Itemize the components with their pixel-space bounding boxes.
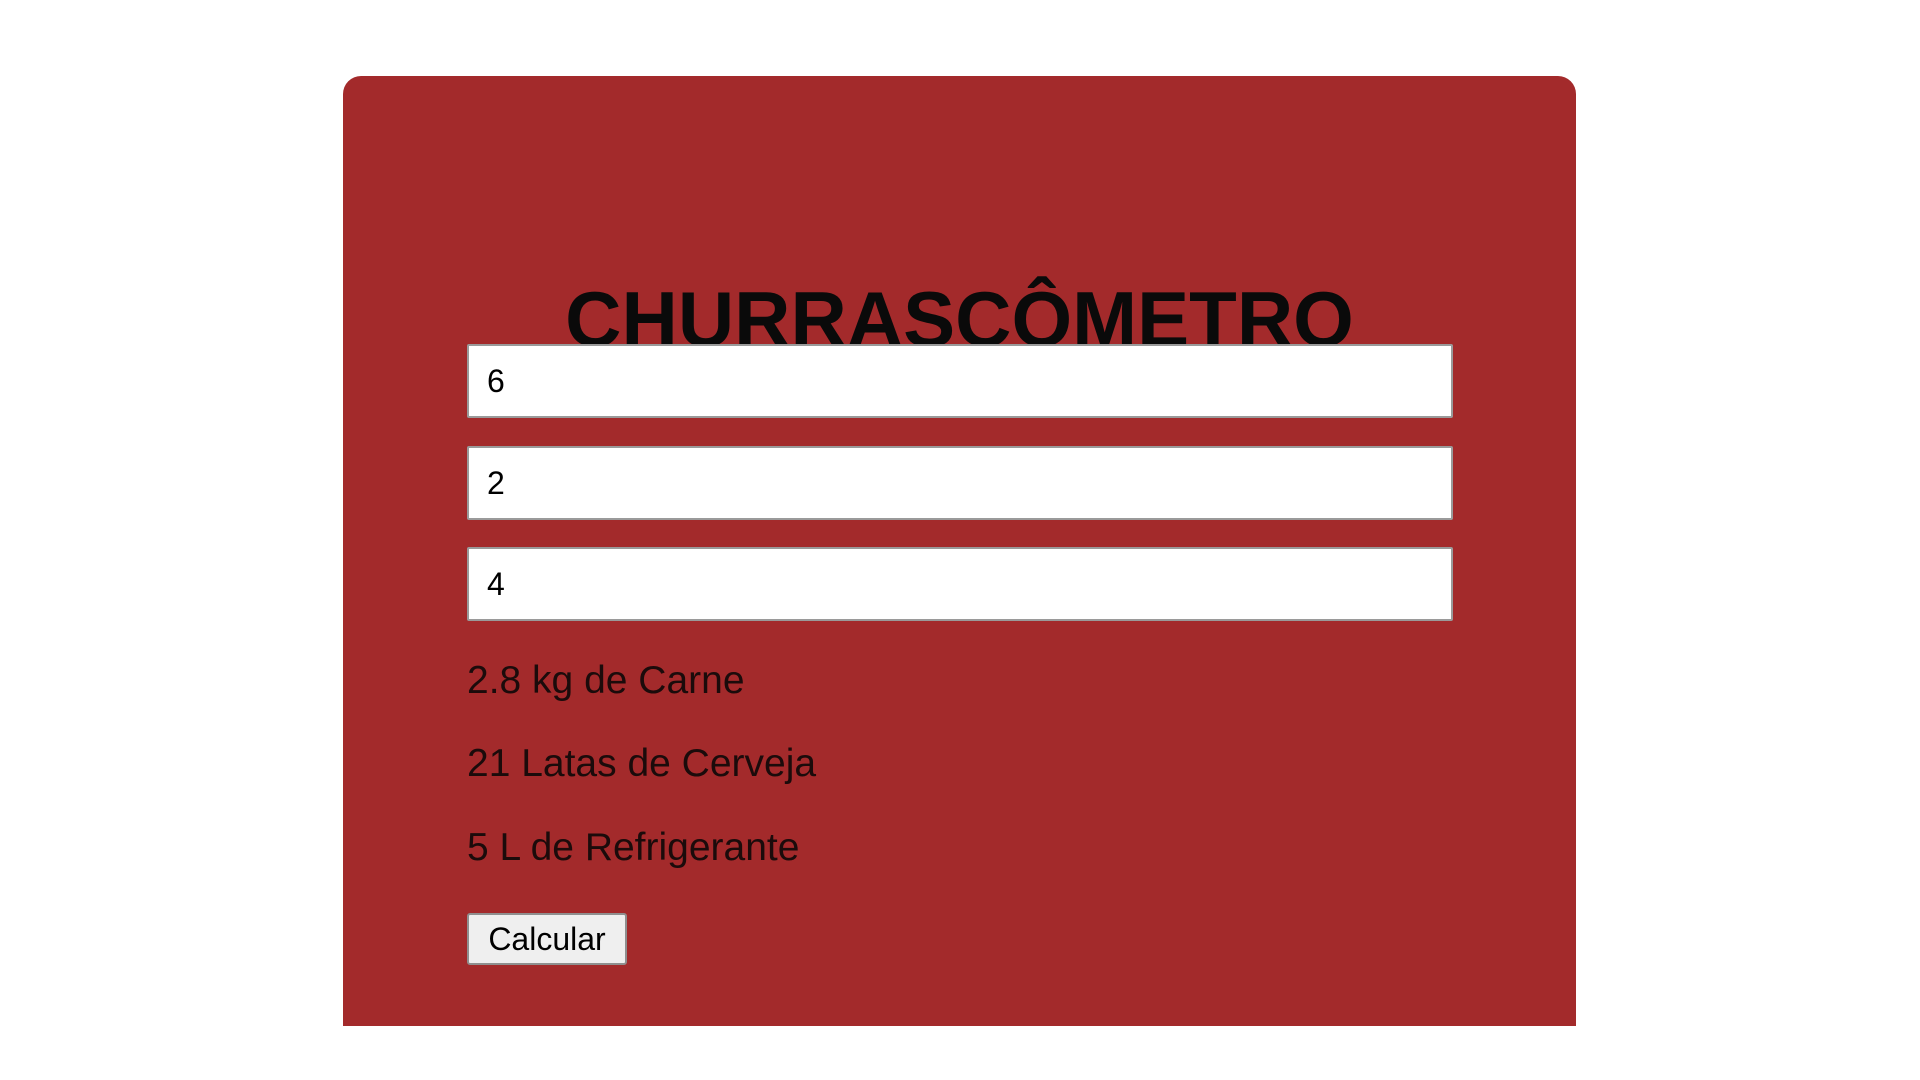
adults-input[interactable] [467,344,1453,418]
children-input[interactable] [467,446,1453,520]
soda-result: 5 L de Refrigerante [467,826,800,869]
beer-result: 21 Latas de Cerveja [467,742,817,785]
duration-input[interactable] [467,547,1453,621]
meat-result: 2.8 kg de Carne [467,659,745,702]
calculate-button[interactable]: Calcular [467,913,627,965]
